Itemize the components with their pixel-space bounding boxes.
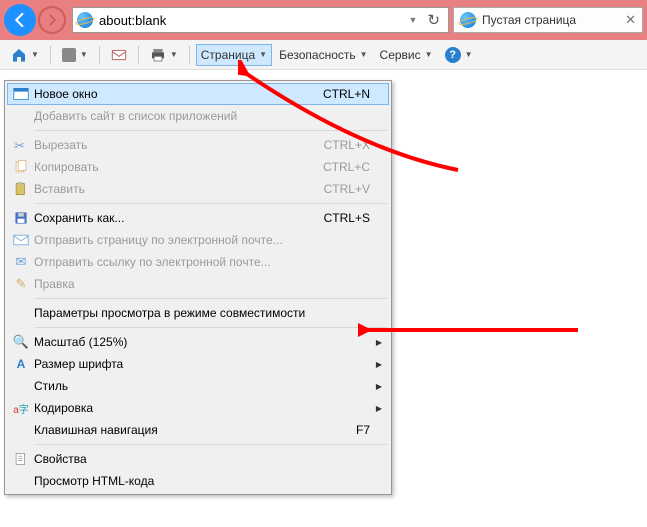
chevron-down-icon: ▼ bbox=[80, 50, 88, 59]
window-icon bbox=[13, 87, 29, 101]
paste-icon bbox=[14, 182, 28, 196]
pencil-icon: ✎ bbox=[16, 276, 27, 292]
print-button[interactable]: ▼ bbox=[145, 44, 183, 66]
scissors-icon: ✂ bbox=[14, 138, 28, 152]
properties-icon bbox=[14, 452, 28, 466]
mail-icon bbox=[13, 234, 29, 246]
menu-item-label: Кодировка bbox=[34, 401, 370, 415]
menu-item-label: Новое окно bbox=[34, 87, 323, 101]
menu-item-label: Размер шрифта bbox=[34, 357, 370, 371]
menu-item-shortcut: CTRL+N bbox=[323, 87, 370, 101]
menu-view-source[interactable]: Просмотр HTML-кода bbox=[7, 470, 389, 492]
chevron-down-icon: ▼ bbox=[170, 50, 178, 59]
menu-encoding[interactable]: a字 Кодировка bbox=[7, 397, 389, 419]
zoom-icon: 🔍 bbox=[13, 334, 29, 350]
menu-item-label: Свойства bbox=[34, 452, 370, 466]
separator bbox=[50, 46, 51, 64]
save-icon bbox=[14, 211, 28, 225]
menu-separator bbox=[35, 298, 387, 299]
menu-email-link: ✉ Отправить ссылку по электронной почте.… bbox=[7, 251, 389, 273]
menu-item-label: Отправить ссылку по электронной почте... bbox=[34, 255, 370, 269]
forward-button[interactable] bbox=[38, 6, 66, 34]
copy-icon bbox=[14, 160, 28, 174]
address-url[interactable]: about:blank bbox=[99, 13, 403, 28]
link-mail-icon: ✉ bbox=[16, 254, 27, 270]
menu-paste: Вставить CTRL+V bbox=[7, 178, 389, 200]
menu-text-size[interactable]: A Размер шрифта bbox=[7, 353, 389, 375]
ie-logo-icon bbox=[77, 12, 93, 28]
menu-item-label: Параметры просмотра в режиме совместимос… bbox=[34, 306, 370, 320]
feeds-button[interactable]: ▼ bbox=[57, 44, 93, 66]
chevron-down-icon: ▼ bbox=[425, 50, 433, 59]
chevron-down-icon: ▼ bbox=[465, 50, 473, 59]
menu-item-label: Вырезать bbox=[34, 138, 324, 152]
menu-email-page: Отправить страницу по электронной почте.… bbox=[7, 229, 389, 251]
menu-item-label: Правка bbox=[34, 277, 370, 291]
page-dropdown-menu: Новое окно CTRL+N Добавить сайт в список… bbox=[4, 80, 392, 495]
menu-compat-view[interactable]: Параметры просмотра в режиме совместимос… bbox=[7, 302, 389, 324]
menu-item-shortcut: CTRL+C bbox=[323, 160, 370, 174]
dropdown-icon[interactable]: ▼ bbox=[403, 15, 424, 25]
command-bar: ▼ ▼ ▼ Страница ▼ Безопасность ▼ Сервис ▼… bbox=[0, 40, 647, 70]
menu-edit: ✎ Правка bbox=[7, 273, 389, 295]
chevron-down-icon: ▼ bbox=[360, 50, 368, 59]
ie-logo-icon bbox=[460, 12, 476, 28]
menu-item-label: Клавишная навигация bbox=[34, 423, 356, 437]
menu-item-label: Отправить страницу по электронной почте.… bbox=[34, 233, 370, 247]
safety-menu-button[interactable]: Безопасность ▼ bbox=[274, 44, 372, 66]
text-size-icon: A bbox=[17, 357, 26, 371]
menu-style[interactable]: Стиль bbox=[7, 375, 389, 397]
menu-save-as[interactable]: Сохранить как... CTRL+S bbox=[7, 207, 389, 229]
safety-menu-label: Безопасность bbox=[279, 48, 356, 62]
tab[interactable]: Пустая страница ✕ bbox=[453, 7, 643, 33]
menu-item-label: Добавить сайт в список приложений bbox=[34, 109, 370, 123]
separator bbox=[189, 46, 190, 64]
separator bbox=[99, 46, 100, 64]
help-button[interactable]: ? ▼ bbox=[440, 44, 478, 66]
back-button[interactable] bbox=[4, 4, 36, 36]
menu-item-label: Копировать bbox=[34, 160, 323, 174]
help-icon: ? bbox=[445, 47, 461, 63]
rss-icon bbox=[62, 48, 76, 62]
menu-zoom[interactable]: 🔍 Масштаб (125%) bbox=[7, 331, 389, 353]
address-bar[interactable]: about:blank ▼ ↻ bbox=[72, 7, 449, 33]
menu-item-label: Сохранить как... bbox=[34, 211, 324, 225]
refresh-icon[interactable]: ↻ bbox=[423, 11, 444, 29]
annotation-arrow bbox=[358, 310, 588, 350]
encoding-icon: a字 bbox=[13, 401, 29, 416]
chevron-down-icon: ▼ bbox=[259, 50, 267, 59]
menu-item-shortcut: CTRL+X bbox=[324, 138, 370, 152]
read-mail-button[interactable] bbox=[106, 44, 132, 66]
menu-separator bbox=[35, 327, 387, 328]
menu-new-window[interactable]: Новое окно CTRL+N bbox=[7, 83, 389, 105]
navigation-row: about:blank ▼ ↻ Пустая страница ✕ bbox=[0, 0, 647, 40]
menu-item-label: Вставить bbox=[34, 182, 324, 196]
menu-caret-browsing[interactable]: Клавишная навигация F7 bbox=[7, 419, 389, 441]
separator bbox=[138, 46, 139, 64]
close-icon[interactable]: ✕ bbox=[625, 12, 636, 28]
menu-copy: Копировать CTRL+C bbox=[7, 156, 389, 178]
menu-properties[interactable]: Свойства bbox=[7, 448, 389, 470]
menu-add-site: Добавить сайт в список приложений bbox=[7, 105, 389, 127]
tab-title: Пустая страница bbox=[482, 13, 625, 27]
home-button[interactable]: ▼ bbox=[6, 44, 44, 66]
menu-cut: ✂ Вырезать CTRL+X bbox=[7, 134, 389, 156]
menu-item-shortcut: CTRL+V bbox=[324, 182, 370, 196]
page-menu-label: Страница bbox=[201, 48, 255, 62]
page-menu-button[interactable]: Страница ▼ bbox=[196, 44, 272, 66]
menu-item-label: Масштаб (125%) bbox=[34, 335, 370, 349]
menu-separator bbox=[35, 130, 387, 131]
tools-menu-label: Сервис bbox=[380, 48, 421, 62]
tools-menu-button[interactable]: Сервис ▼ bbox=[375, 44, 438, 66]
menu-item-label: Стиль bbox=[34, 379, 370, 393]
menu-item-shortcut: F7 bbox=[356, 423, 370, 437]
menu-item-shortcut: CTRL+S bbox=[324, 211, 370, 225]
menu-separator bbox=[35, 444, 387, 445]
menu-item-label: Просмотр HTML-кода bbox=[34, 474, 370, 488]
chevron-down-icon: ▼ bbox=[31, 50, 39, 59]
menu-separator bbox=[35, 203, 387, 204]
